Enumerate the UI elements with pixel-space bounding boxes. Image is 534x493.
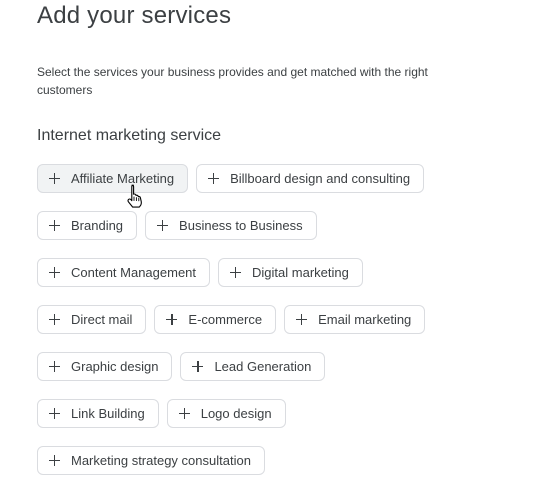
chip-label: Digital marketing: [252, 265, 349, 280]
service-chip-billboard-design[interactable]: Billboard design and consulting: [196, 164, 425, 193]
service-chip-affiliate-marketing[interactable]: Affiliate Marketing: [37, 164, 189, 193]
plus-icon: [49, 314, 60, 325]
service-chip-e-commerce[interactable]: E-commerce: [154, 305, 277, 334]
chip-label: Business to Business: [179, 218, 303, 233]
service-chip-content-management[interactable]: Content Management: [37, 258, 211, 287]
hand-pointer-cursor-icon: [127, 184, 142, 208]
chip-label: Lead Generation: [214, 359, 312, 374]
chip-row: Marketing strategy consultation: [37, 446, 517, 475]
plus-icon: [208, 173, 220, 184]
chip-row: Graphic design Lead Generation: [37, 352, 517, 381]
chip-label: Affiliate Marketing: [71, 171, 175, 186]
plus-icon: [296, 314, 308, 325]
chip-label: E-commerce: [188, 312, 263, 327]
service-chip-lead-generation[interactable]: Lead Generation: [180, 352, 326, 381]
service-chip-marketing-strategy-consultation[interactable]: Marketing strategy consultation: [37, 446, 265, 475]
plus-icon: [230, 267, 242, 278]
chip-label: Graphic design: [71, 359, 159, 374]
plus-icon: [49, 173, 60, 184]
service-chip-link-building[interactable]: Link Building: [37, 399, 159, 428]
plus-icon: [157, 220, 169, 231]
service-chip-digital-marketing[interactable]: Digital marketing: [218, 258, 363, 287]
service-chip-graphic-design[interactable]: Graphic design: [37, 352, 173, 381]
service-chip-branding[interactable]: Branding: [37, 211, 138, 240]
services-chip-list: Affiliate Marketing Billboard design and…: [37, 164, 517, 493]
plus-icon: [49, 220, 60, 231]
chip-label: Marketing strategy consultation: [71, 453, 251, 468]
chip-row: Direct mail E-commerce Email marketing: [37, 305, 517, 334]
section-title: Internet marketing service: [37, 127, 222, 144]
chip-label: Email marketing: [318, 312, 412, 327]
plus-icon: [49, 361, 60, 372]
service-chip-direct-mail[interactable]: Direct mail: [37, 305, 147, 334]
chip-row: Content Management Digital marketing: [37, 258, 517, 287]
chip-label: Billboard design and consulting: [230, 171, 411, 186]
chip-row: Affiliate Marketing Billboard design and…: [37, 164, 517, 193]
chip-label: Logo design: [200, 406, 272, 421]
chip-label: Branding: [71, 218, 124, 233]
plus-icon: [166, 314, 178, 325]
chip-row: Link Building Logo design: [37, 399, 517, 428]
plus-icon: [49, 408, 60, 419]
plus-icon: [192, 361, 204, 372]
chip-label: Content Management: [71, 265, 197, 280]
chip-row: Branding Business to Business: [37, 211, 517, 240]
chip-label: Link Building: [71, 406, 145, 421]
service-chip-logo-design[interactable]: Logo design: [166, 399, 286, 428]
plus-icon: [178, 408, 190, 419]
page-description: Select the services your business provid…: [37, 65, 428, 97]
service-chip-email-marketing[interactable]: Email marketing: [284, 305, 426, 334]
plus-icon: [49, 267, 60, 278]
plus-icon: [49, 455, 60, 466]
service-chip-business-to-business[interactable]: Business to Business: [145, 211, 317, 240]
chip-label: Direct mail: [71, 312, 133, 327]
page-title: Add your services: [37, 2, 232, 29]
